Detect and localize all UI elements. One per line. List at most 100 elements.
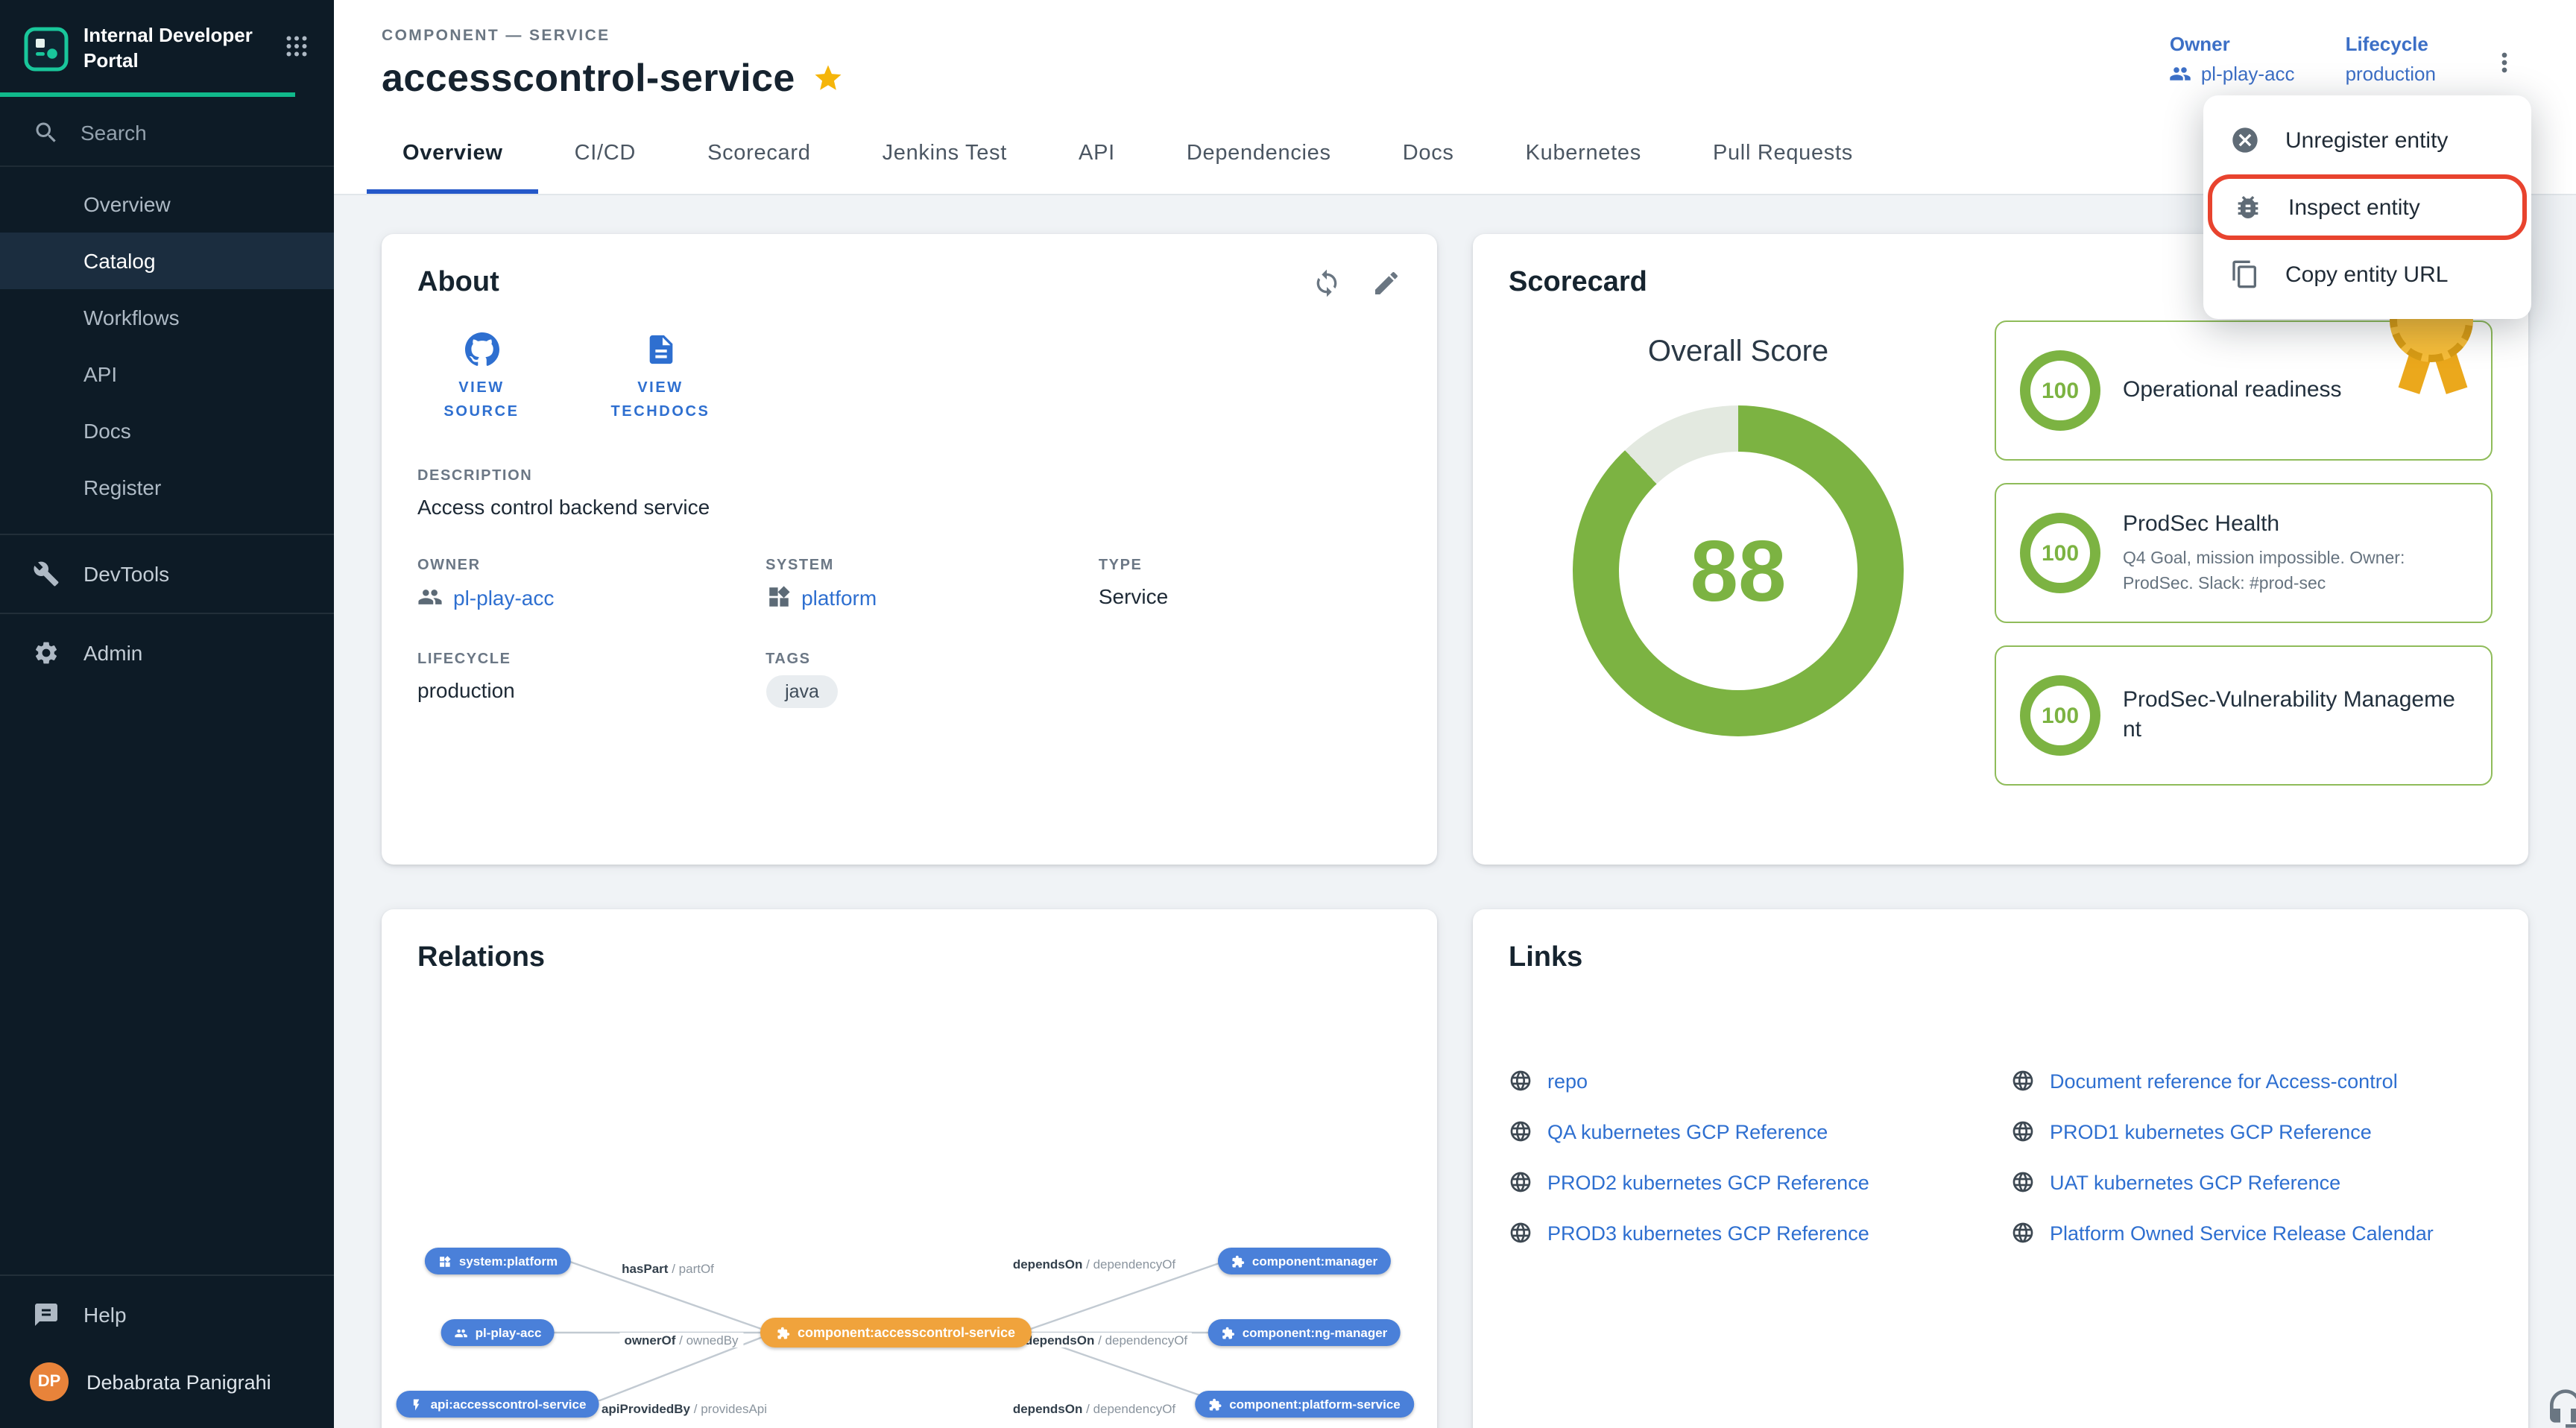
description-value: Access control backend service bbox=[417, 495, 1401, 519]
view-techdocs-label: VIEW TECHDOCS bbox=[602, 377, 719, 423]
link-prod3-kubernetes[interactable]: PROD3 kubernetes GCP Reference bbox=[1509, 1213, 1990, 1252]
tab-jenkins-test[interactable]: Jenkins Test bbox=[847, 113, 1043, 194]
tab-kubernetes[interactable]: Kubernetes bbox=[1490, 113, 1677, 194]
github-icon bbox=[464, 332, 499, 367]
copy-icon bbox=[2230, 259, 2260, 289]
link-doc-reference[interactable]: Document reference for Access-control bbox=[2011, 1061, 2493, 1100]
about-system-link[interactable]: platform bbox=[801, 585, 877, 609]
portal-logo bbox=[24, 27, 69, 72]
tab-pull-requests[interactable]: Pull Requests bbox=[1677, 113, 1889, 194]
overall-score-value: 88 bbox=[1573, 405, 1904, 736]
sidebar-item-workflows[interactable]: Workflows bbox=[0, 289, 334, 346]
node-component-accesscontrol-service[interactable]: component:accesscontrol-service bbox=[760, 1318, 1032, 1348]
lifecycle-field: LIFECYCLE production bbox=[417, 651, 765, 708]
score-value: 100 bbox=[2020, 513, 2100, 593]
tab-dependencies[interactable]: Dependencies bbox=[1151, 113, 1367, 194]
owner-group: Owner pl-play-acc bbox=[2170, 33, 2295, 85]
avatar: DP bbox=[30, 1362, 69, 1401]
owner-link[interactable]: pl-play-acc bbox=[2201, 63, 2295, 85]
globe-icon bbox=[1509, 1170, 1532, 1194]
tab-api[interactable]: API bbox=[1043, 113, 1151, 194]
sidebar-item-admin[interactable]: Admin bbox=[0, 623, 334, 683]
admin-label: Admin bbox=[83, 641, 142, 665]
devtools-label: DevTools bbox=[83, 562, 169, 586]
headset-icon[interactable] bbox=[2545, 1388, 2576, 1428]
node-component-platform-service[interactable]: component:platform-service bbox=[1195, 1391, 1414, 1418]
lifecycle-group: Lifecycle production bbox=[2346, 33, 2436, 85]
more-options-button[interactable] bbox=[2487, 45, 2522, 85]
sidebar-item-register[interactable]: Register bbox=[0, 459, 334, 516]
about-title: About bbox=[417, 267, 499, 300]
sidebar: Internal Developer Portal Search Overvie… bbox=[0, 0, 334, 1428]
divider bbox=[0, 534, 334, 535]
edge-label: apiProvidedBy / providesApi bbox=[597, 1401, 771, 1416]
edge-label: dependsOn / dependencyOf bbox=[1008, 1401, 1180, 1416]
overall-score-label: Overall Score bbox=[1648, 335, 1828, 370]
link-prod1-kubernetes[interactable]: PROD1 kubernetes GCP Reference bbox=[2011, 1112, 2493, 1151]
edge-label: dependsOn / dependencyOf bbox=[1020, 1333, 1192, 1348]
system-icon bbox=[438, 1254, 452, 1268]
tag-chip-java[interactable]: java bbox=[765, 675, 839, 708]
group-icon bbox=[2170, 63, 2192, 85]
page-title: accesscontrol-service bbox=[382, 55, 795, 101]
about-owner-link[interactable]: pl-play-acc bbox=[453, 585, 554, 609]
menu-item-inspect-entity[interactable]: Inspect entity bbox=[2212, 179, 2522, 236]
node-api-accesscontrol-service[interactable]: api:accesscontrol-service bbox=[397, 1391, 600, 1418]
sidebar-item-devtools[interactable]: DevTools bbox=[0, 544, 334, 604]
divider bbox=[0, 1274, 334, 1276]
tab-docs[interactable]: Docs bbox=[1367, 113, 1490, 194]
link-uat-kubernetes[interactable]: UAT kubernetes GCP Reference bbox=[2011, 1163, 2493, 1201]
sidebar-item-api[interactable]: API bbox=[0, 346, 334, 402]
node-component-manager[interactable]: component:manager bbox=[1218, 1248, 1391, 1274]
system-field: SYSTEM platform bbox=[765, 557, 1099, 610]
sidebar-nav: Overview Catalog Workflows API Docs Regi… bbox=[0, 167, 334, 525]
sidebar-item-overview[interactable]: Overview bbox=[0, 176, 334, 233]
app-root: Internal Developer Portal Search Overvie… bbox=[0, 0, 2576, 1428]
globe-icon bbox=[2011, 1119, 2035, 1143]
about-card: About VIEW SOURCE bbox=[382, 234, 1437, 865]
sidebar-item-catalog[interactable]: Catalog bbox=[0, 233, 334, 289]
scorecard-title: Scorecard bbox=[1509, 267, 1647, 300]
favorite-star-icon[interactable] bbox=[813, 63, 845, 94]
lifecycle-label: Lifecycle bbox=[2346, 33, 2436, 55]
relations-edges bbox=[382, 909, 1437, 1428]
menu-item-unregister-entity[interactable]: Unregister entity bbox=[2203, 107, 2531, 173]
node-system-platform[interactable]: system:platform bbox=[425, 1248, 571, 1274]
sidebar-search[interactable]: Search bbox=[0, 97, 334, 167]
score-item-prodsec-health[interactable]: 100 ProdSec Health Q4 Goal, mission impo… bbox=[1995, 483, 2493, 623]
tab-cicd[interactable]: CI/CD bbox=[539, 113, 672, 194]
lifecycle-value: production bbox=[2346, 63, 2436, 85]
component-icon bbox=[1222, 1326, 1235, 1339]
link-repo[interactable]: repo bbox=[1509, 1061, 1990, 1100]
apps-grid-icon[interactable] bbox=[280, 31, 313, 68]
links-card: Links repo QA kubernetes GCP Reference bbox=[1473, 909, 2528, 1428]
tab-scorecard[interactable]: Scorecard bbox=[672, 113, 847, 194]
user-profile[interactable]: DP Debabrata Panigrahi bbox=[0, 1345, 334, 1428]
link-release-calendar[interactable]: Platform Owned Service Release Calendar bbox=[2011, 1213, 2493, 1252]
sidebar-item-help[interactable]: Help bbox=[0, 1285, 334, 1345]
view-source-link[interactable]: VIEW SOURCE bbox=[423, 332, 540, 423]
component-icon bbox=[1208, 1397, 1222, 1411]
sidebar-logo-row: Internal Developer Portal bbox=[0, 0, 334, 92]
sidebar-item-docs[interactable]: Docs bbox=[0, 402, 334, 459]
globe-icon bbox=[2011, 1221, 2035, 1245]
inspect-entity-highlight: Inspect entity bbox=[2208, 174, 2527, 240]
description-label: DESCRIPTION bbox=[417, 468, 1401, 484]
link-prod2-kubernetes[interactable]: PROD2 kubernetes GCP Reference bbox=[1509, 1163, 1990, 1201]
edit-pencil-icon[interactable] bbox=[1371, 268, 1401, 298]
globe-icon bbox=[2011, 1170, 2035, 1194]
scorecard-card: Scorecard Tier Overall Score 88 bbox=[1473, 234, 2528, 865]
tab-overview[interactable]: Overview bbox=[367, 113, 539, 194]
node-component-ng-manager[interactable]: component:ng-manager bbox=[1208, 1319, 1401, 1346]
score-item-prodsec-vulnerability[interactable]: 100 ProdSec-Vulnerability Management bbox=[1995, 645, 2493, 786]
menu-item-copy-entity-url[interactable]: Copy entity URL bbox=[2203, 241, 2531, 307]
globe-icon bbox=[1509, 1119, 1532, 1143]
tags-field: TAGS java bbox=[765, 651, 1099, 708]
type-field: TYPE Service bbox=[1099, 557, 1401, 610]
link-qa-kubernetes[interactable]: QA kubernetes GCP Reference bbox=[1509, 1112, 1990, 1151]
view-techdocs-link[interactable]: VIEW TECHDOCS bbox=[602, 332, 719, 423]
node-pl-play-acc[interactable]: pl-play-acc bbox=[441, 1319, 555, 1346]
user-name: Debabrata Panigrahi bbox=[86, 1371, 271, 1393]
overview-content: About VIEW SOURCE bbox=[334, 195, 2576, 1428]
refresh-icon[interactable] bbox=[1312, 268, 1342, 298]
